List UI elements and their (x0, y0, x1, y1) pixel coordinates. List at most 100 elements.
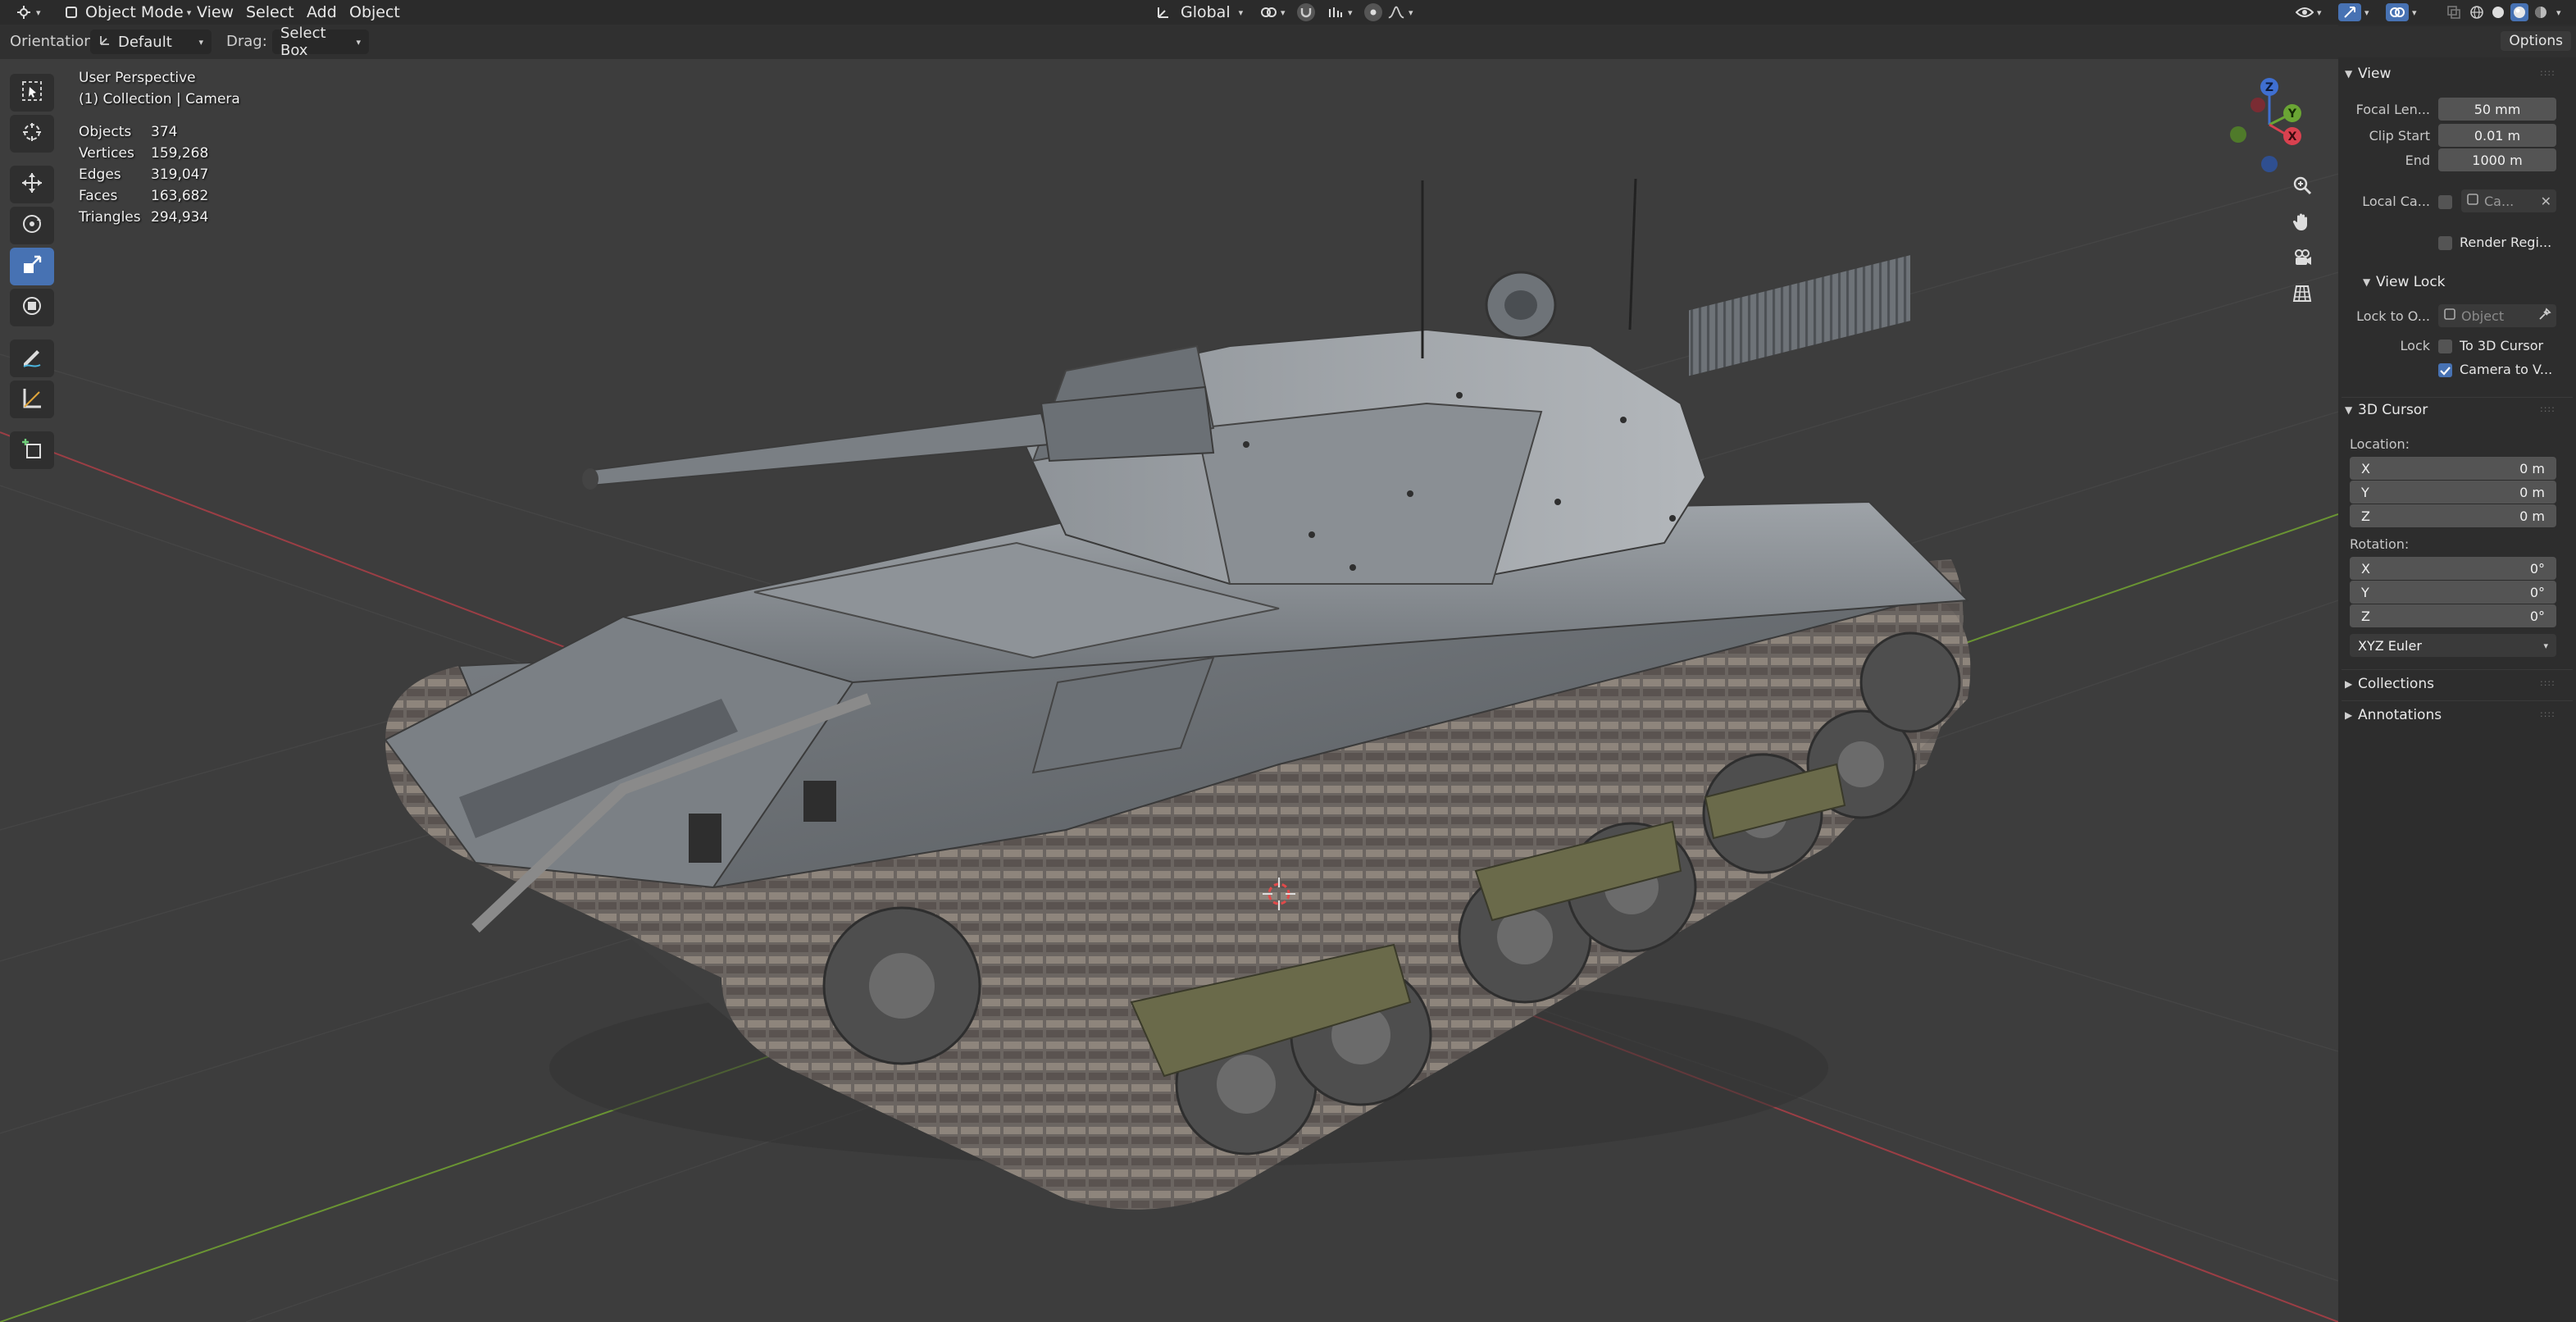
tool-annotate[interactable] (10, 340, 54, 377)
snap-target-dropdown[interactable]: ▾ (1320, 2, 1359, 22)
editor-type-button[interactable]: ▾ (8, 2, 48, 22)
orientation-dropdown[interactable]: Default ▾ (90, 30, 212, 54)
gizmo-toggle[interactable]: ▾ (2338, 2, 2369, 22)
camera-to-view-label: Camera to V... (2460, 362, 2553, 377)
close-icon[interactable]: ✕ (2541, 194, 2551, 209)
drag-grip-icon[interactable]: :::: (2540, 709, 2555, 719)
3d-viewport[interactable]: User Perspective (1) Collection | Camera… (0, 59, 2338, 1322)
xray-toggle[interactable] (2445, 2, 2463, 22)
menu-object[interactable]: Object (343, 2, 407, 22)
tool-scale[interactable] (10, 248, 54, 285)
overlays-toggle[interactable]: ▾ (2386, 2, 2417, 22)
drag-grip-icon[interactable]: :::: (2540, 677, 2555, 688)
proportional-edit-toggle[interactable] (1364, 2, 1382, 22)
render-region-checkbox[interactable] (2438, 236, 2452, 250)
chevron-down-icon: ▼ (2345, 68, 2353, 80)
section-3d-cursor-header[interactable]: ▼ 3D Cursor (2345, 402, 2428, 418)
chevron-down-icon: ▾ (2412, 7, 2417, 18)
tool-rotate[interactable] (10, 207, 54, 244)
location-y-field[interactable]: Y 0 m (2350, 481, 2556, 504)
options-bar: Options (2338, 26, 2576, 57)
axis-label: X (2361, 460, 2370, 476)
tool-select-box[interactable] (10, 74, 54, 112)
section-divider (2342, 700, 2573, 701)
tool-measure[interactable] (10, 381, 54, 418)
chevron-down-icon: ▾ (1348, 7, 1353, 18)
clip-end-field[interactable]: 1000 m (2438, 148, 2556, 171)
local-camera-checkbox[interactable] (2438, 195, 2452, 209)
snap-toggle[interactable] (1297, 2, 1315, 22)
location-x-field[interactable]: X 0 m (2350, 457, 2556, 480)
stat-value: 374 (151, 124, 178, 140)
pivot-link-icon (1259, 3, 1277, 21)
stat-row-vertices: Vertices 159,268 (79, 143, 240, 164)
stat-label: Vertices (79, 145, 134, 162)
stat-label: Objects (79, 124, 132, 140)
zoom-button[interactable] (2286, 171, 2319, 203)
chevron-right-icon: ▶ (2345, 678, 2353, 690)
menu-view[interactable]: View (190, 2, 240, 22)
menu-select[interactable]: Select (239, 2, 301, 22)
navigation-gizmo[interactable]: Z Y X (2220, 67, 2319, 174)
lock-to-object-field[interactable]: Object (2438, 304, 2556, 327)
drag-dropdown[interactable]: Select Box ▾ (272, 25, 369, 59)
rotation-z-field[interactable]: Z 0° (2350, 604, 2556, 627)
shading-solid-button[interactable] (2489, 2, 2507, 22)
section-view-header[interactable]: ▼ View (2345, 66, 2391, 82)
ortho-toggle-button[interactable] (2286, 279, 2319, 312)
lock-label: Lock (2400, 338, 2430, 353)
eyedropper-icon[interactable] (2538, 308, 2551, 324)
proportional-dot-icon (1364, 3, 1382, 21)
move-icon (20, 171, 43, 198)
options-button[interactable]: Options (2501, 31, 2571, 51)
tool-cursor[interactable] (10, 115, 54, 153)
shading-wireframe-button[interactable] (2468, 2, 2486, 22)
section-title: Annotations (2358, 707, 2442, 723)
stat-value: 294,934 (151, 209, 209, 226)
grid-ortho-icon (2292, 283, 2313, 308)
mode-dropdown[interactable]: Object Mode ▾ (56, 2, 198, 22)
falloff-curve-icon (1387, 3, 1405, 21)
stat-label: Faces (79, 188, 118, 204)
camera-view-button[interactable] (2286, 243, 2319, 276)
local-camera-field[interactable]: Ca... ✕ (2461, 189, 2556, 212)
object-mode-icon (62, 3, 80, 21)
scale-icon (20, 253, 43, 280)
menu-add[interactable]: Add (300, 2, 344, 22)
eye-icon (2296, 3, 2314, 21)
gun-barrel (585, 412, 1051, 487)
to-3d-cursor-label: To 3D Cursor (2460, 338, 2544, 353)
visibility-dropdown[interactable]: ▾ (2296, 2, 2322, 22)
tool-add-cube[interactable] (10, 431, 54, 469)
location-label: Location: (2350, 436, 2410, 452)
transform-orientation-dropdown[interactable]: Global ▾ (1148, 2, 1249, 22)
to-3d-cursor-checkbox[interactable] (2438, 340, 2452, 353)
proportional-falloff-dropdown[interactable]: ▾ (1387, 2, 1413, 22)
location-z-field[interactable]: Z 0 m (2350, 504, 2556, 527)
shading-options-dropdown[interactable]: ▾ (2553, 2, 2561, 22)
shading-material-button[interactable] (2510, 2, 2528, 22)
wireframe-sphere-icon (2468, 3, 2486, 21)
drag-grip-icon[interactable]: :::: (2540, 67, 2555, 78)
tool-move[interactable] (10, 166, 54, 203)
camera-to-view-checkbox[interactable] (2438, 363, 2452, 377)
pivot-point-dropdown[interactable]: ▾ (1253, 2, 1292, 22)
sidebar-n-panel (2338, 25, 2576, 1322)
pan-button[interactable] (2286, 207, 2319, 239)
tool-transform[interactable] (10, 289, 54, 326)
clip-start-field[interactable]: 0.01 m (2438, 124, 2556, 147)
rotation-x-field[interactable]: X 0° (2350, 557, 2556, 580)
rotation-mode-dropdown[interactable]: XYZ Euler ▾ (2350, 634, 2556, 657)
stat-value: 163,682 (151, 188, 209, 204)
chevron-down-icon: ▾ (2543, 640, 2548, 651)
section-annotations-header[interactable]: ▶ Annotations (2345, 707, 2442, 723)
focal-length-field[interactable]: 50 mm (2438, 98, 2556, 121)
chevron-down-icon: ▼ (2345, 404, 2353, 416)
rotation-y-field[interactable]: Y 0° (2350, 581, 2556, 604)
add-cube-icon (20, 437, 43, 464)
section-view-lock-header[interactable]: ▼ View Lock (2363, 274, 2446, 290)
gizmo-z-label: Z (2265, 81, 2273, 94)
section-collections-header[interactable]: ▶ Collections (2345, 676, 2434, 692)
shading-rendered-button[interactable] (2532, 2, 2550, 22)
drag-grip-icon[interactable]: :::: (2540, 403, 2555, 414)
